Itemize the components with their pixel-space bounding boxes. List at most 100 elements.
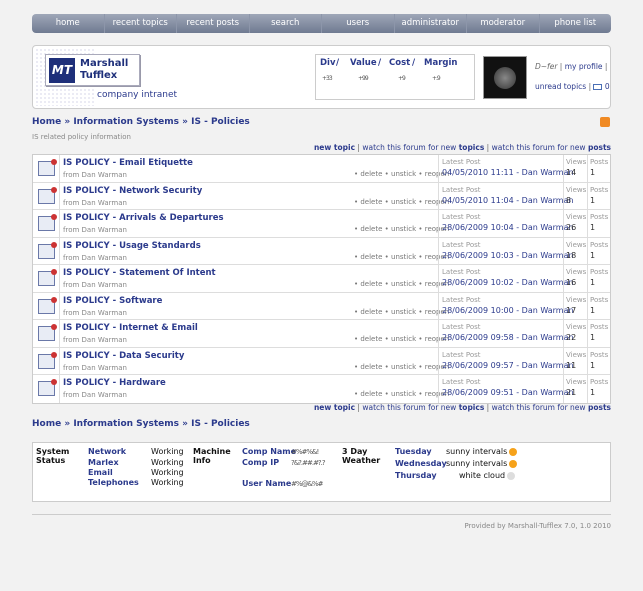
unstick-link[interactable]: unstick xyxy=(391,253,416,261)
posts-label: Posts xyxy=(590,350,609,359)
delete-link[interactable]: delete xyxy=(360,280,382,288)
crumb-home[interactable]: Home xyxy=(32,117,61,127)
views-count: 18 xyxy=(566,250,577,260)
nav-administrator[interactable]: administrator xyxy=(395,14,467,33)
mail-count[interactable]: 0 xyxy=(605,82,610,91)
topic-author: from Dan Warman xyxy=(63,198,127,207)
delete-link[interactable]: delete xyxy=(360,198,382,206)
posts-label: Posts xyxy=(590,268,609,276)
topic-title-link[interactable]: IS POLICY - Internet & Email xyxy=(63,323,198,333)
latest-post-link[interactable]: 28/06/2009 09:51 - Dan Warman xyxy=(442,388,574,397)
delete-link[interactable]: delete xyxy=(360,363,382,371)
topic-title-link[interactable]: IS POLICY - Usage Standards xyxy=(63,241,201,251)
latest-post-link[interactable]: 28/06/2009 09:57 - Dan Warman xyxy=(442,361,574,370)
unstick-link[interactable]: unstick xyxy=(391,363,416,371)
unread-topics-link[interactable]: unread topics xyxy=(535,82,586,91)
kpi-cost-value: +9 xyxy=(398,75,406,82)
company-logo[interactable]: MT Marshall Tufflex xyxy=(45,54,140,86)
topic-row: IS POLICY - Data Security from Dan Warman… xyxy=(33,347,610,375)
breadcrumb: Home » Information Systems » IS - Polici… xyxy=(32,117,250,127)
new-topic-link[interactable]: new topic xyxy=(314,143,355,152)
unstick-link[interactable]: unstick xyxy=(391,170,416,178)
watch-posts-link[interactable]: watch this forum for new posts xyxy=(492,143,611,152)
views-label: Views xyxy=(566,268,587,276)
crumb-information-systems[interactable]: Information Systems xyxy=(73,419,179,429)
latest-post-link[interactable]: 28/06/2009 10:00 - Dan Warman xyxy=(442,306,574,315)
delete-link[interactable]: delete xyxy=(360,225,382,233)
latest-post-link[interactable]: 28/06/2009 10:02 - Dan Warman xyxy=(442,278,574,287)
topic-row: IS POLICY - Usage Standards from Dan Warm… xyxy=(33,237,610,265)
latest-post-link[interactable]: 04/05/2010 11:11 - Dan Warman xyxy=(442,168,574,177)
nav-recent-topics[interactable]: recent topics xyxy=(105,14,177,33)
forum-actions-bottom: new topic | watch this forum for new top… xyxy=(313,403,611,412)
latest-post-label: Latest Post xyxy=(442,350,481,359)
mail-icon[interactable] xyxy=(593,84,603,90)
topic-title-link[interactable]: IS POLICY - Software xyxy=(63,296,162,306)
new-topic-link[interactable]: new topic xyxy=(314,403,355,412)
posts-label: Posts xyxy=(590,240,609,249)
watch-topics-link[interactable]: watch this forum for new topics xyxy=(362,143,484,152)
crumb-home[interactable]: Home xyxy=(32,419,61,429)
sun-icon xyxy=(509,447,518,456)
status-value: Working xyxy=(151,447,184,456)
status-network[interactable]: Network xyxy=(88,447,126,456)
user-name-label: User Name xyxy=(242,479,292,488)
latest-post-label: Latest Post xyxy=(442,268,481,276)
delete-link[interactable]: delete xyxy=(360,335,382,343)
posts-count: 1 xyxy=(590,195,596,205)
unstick-link[interactable]: unstick xyxy=(391,225,416,233)
topic-row: IS POLICY - Internet & Email from Dan War… xyxy=(33,320,610,348)
nav-recent-posts[interactable]: recent posts xyxy=(177,14,250,33)
rss-icon[interactable] xyxy=(600,117,610,127)
delete-link[interactable]: delete xyxy=(360,170,382,178)
topic-title-link[interactable]: IS POLICY - Email Etiquette xyxy=(63,158,193,168)
nav-phone-list[interactable]: phone list xyxy=(540,14,612,33)
posts-count: 1 xyxy=(590,278,596,287)
latest-post-link[interactable]: 28/06/2009 10:03 - Dan Warman xyxy=(442,251,574,260)
unstick-link[interactable]: unstick xyxy=(391,308,416,316)
logo-text-1: Marshall xyxy=(80,58,129,69)
posts-count: 1 xyxy=(590,388,596,397)
crumb-is-policies[interactable]: IS - Policies xyxy=(191,117,250,127)
topic-title-link[interactable]: IS POLICY - Arrivals & Departures xyxy=(63,213,224,223)
watch-topics-link[interactable]: watch this forum for new topics xyxy=(362,403,484,412)
posts-count: 1 xyxy=(590,168,596,177)
avatar[interactable] xyxy=(483,56,527,99)
nav-users[interactable]: users xyxy=(322,14,395,33)
topic-author: from Dan Warman xyxy=(63,363,127,372)
unstick-link[interactable]: unstick xyxy=(391,335,416,343)
kpi-div: Div xyxy=(320,58,336,68)
delete-link[interactable]: delete xyxy=(360,390,382,398)
views-label: Views xyxy=(566,323,587,331)
status-telephones[interactable]: Telephones xyxy=(88,478,139,487)
topic-title-link[interactable]: IS POLICY - Hardware xyxy=(63,378,166,388)
topic-author: from Dan Warman xyxy=(63,253,127,262)
topic-title-link[interactable]: IS POLICY - Network Security xyxy=(63,186,202,196)
latest-post-link[interactable]: 04/05/2010 11:04 - Dan Warman xyxy=(442,196,574,205)
crumb-information-systems[interactable]: Information Systems xyxy=(73,117,179,127)
forum-description: IS related policy information xyxy=(32,133,131,141)
my-profile-link[interactable]: my profile xyxy=(565,62,603,71)
topic-title-link[interactable]: IS POLICY - Data Security xyxy=(63,351,184,361)
nav-home[interactable]: home xyxy=(32,14,105,33)
unstick-link[interactable]: unstick xyxy=(391,390,416,398)
delete-link[interactable]: delete xyxy=(360,308,382,316)
latest-post-label: Latest Post xyxy=(442,323,481,331)
watch-posts-link[interactable]: watch this forum for new posts xyxy=(492,403,611,412)
status-email[interactable]: Email xyxy=(88,468,113,477)
delete-link[interactable]: delete xyxy=(360,253,382,261)
unstick-link[interactable]: unstick xyxy=(391,280,416,288)
status-marlex[interactable]: Marlex xyxy=(88,458,119,467)
user-name-value: #%@&%# xyxy=(291,480,323,488)
unstick-link[interactable]: unstick xyxy=(391,198,416,206)
posts-label: Posts xyxy=(590,378,609,386)
nav-moderator[interactable]: moderator xyxy=(467,14,540,33)
latest-post-link[interactable]: 28/06/2009 10:04 - Dan Warman xyxy=(442,223,574,232)
topic-title-link[interactable]: IS POLICY - Statement Of Intent xyxy=(63,268,216,278)
crumb-is-policies[interactable]: IS - Policies xyxy=(191,419,250,429)
views-label: Views xyxy=(566,185,587,194)
nav-search[interactable]: search xyxy=(250,14,322,33)
weather-desc: sunny intervals xyxy=(446,459,518,468)
latest-post-link[interactable]: 28/06/2009 09:58 - Dan Warman xyxy=(442,333,574,342)
top-nav: home recent topics recent posts search u… xyxy=(32,14,611,33)
